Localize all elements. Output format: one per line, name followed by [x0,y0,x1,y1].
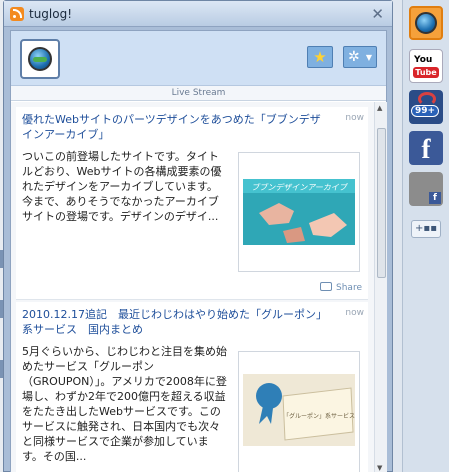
feed-item-body: 5月ぐらいから、じわじわと注目を集め始めたサービス「グルーポン（GROUPON）… [22,345,227,463]
share-icon [320,282,333,291]
titlebar: tuglog! [4,1,392,27]
twitter-count-badge: 99+ [411,105,440,117]
feed-item[interactable]: 優れたWebサイトのパーツデザインをあつめた「ブブンデザインアーカイブ」 now… [16,107,368,300]
youtube-tube-label: Tube [413,67,439,78]
share-label: Share [336,283,362,293]
feed-item[interactable]: 2010.12.17追記 最近じわじわはやり始めた「グルーポン」系サービス 国内… [16,302,368,472]
thumbnail-image: 「グルーポン」系サービス [239,352,359,472]
favorite-star-button[interactable]: ★ [307,46,333,68]
rail-facebook-button[interactable]: f [409,131,443,165]
chevron-down-icon: ▼ [365,53,372,62]
rail-twitter-button[interactable]: 99+ [409,90,443,124]
feed-item-title[interactable]: 優れたWebサイトのパーツデザインをあつめた「ブブンデザインアーカイブ」 [22,112,322,142]
share-button[interactable]: Share [320,282,362,293]
feed-item-title[interactable]: 2010.12.17追記 最近じわじわはやり始めた「グルーポン」系サービス 国内… [22,307,322,337]
facebook-small-icon: f [429,192,441,204]
feed-list[interactable]: 優れたWebサイトのパーツデザインをあつめた「ブブンデザインアーカイブ」 now… [11,102,374,472]
panel-header: ★ ✲ ▼ [11,31,386,86]
feed-scrollbar[interactable]: ▲ ▼ [374,102,387,472]
side-rail: You Tube 99+ f f +▪▪ [402,0,449,472]
rail-rss-app-button[interactable] [409,6,443,40]
thumbnail-caption: 「グルーポン」系サービス [283,412,355,420]
scroll-down-arrow[interactable]: ▼ [377,464,382,472]
thumbnail-image: ブブンデザインアーカイブ [239,153,359,271]
thumbnail-caption: ブブンデザインアーカイブ [251,183,349,192]
feed-item-time: now [345,113,364,123]
star-icon: ★ [313,48,327,66]
facebook-icon: f [421,134,431,164]
live-stream-label: Live Stream [11,86,386,101]
app-globe-icon[interactable] [20,39,60,79]
tuglog-popup-window: tuglog! ✕ ★ ✲ ▼ Live Stream 優れたWebサイトのパーツ… [3,0,393,472]
scroll-up-arrow[interactable]: ▲ [377,104,382,112]
settings-gear-button[interactable]: ✲ ▼ [343,46,377,68]
gear-icon: ✲ [348,49,360,65]
feed-item-thumbnail[interactable]: 「グルーポン」系サービス [238,351,360,472]
stream-panel: ★ ✲ ▼ Live Stream 優れたWebサイトのパーツデザインをあつめた「… [10,30,387,472]
rail-youtube-button[interactable]: You Tube [409,49,443,83]
feed-item-thumbnail[interactable]: ブブンデザインアーカイブ [238,152,360,272]
window-title: tuglog! [29,6,73,21]
globe-icon [415,12,437,34]
feed-item-body: ついこの前登場したサイトです。タイトルどおり、Webサイトの各構成要素の優れたデ… [22,150,222,223]
rss-icon [10,6,24,21]
youtube-you-label: You [414,55,433,65]
add-service-button[interactable]: +▪▪ [411,220,441,238]
twitter-icon [418,92,436,106]
scroll-thumb[interactable] [377,128,386,278]
feed-item-time: now [345,308,364,318]
rail-facebook-page-button[interactable]: f [409,172,443,206]
close-icon[interactable]: ✕ [371,5,384,23]
